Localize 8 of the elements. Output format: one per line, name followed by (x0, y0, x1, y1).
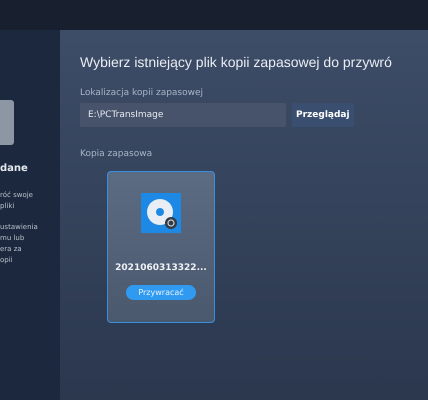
section-label: Kopia zapasowa (80, 149, 154, 159)
field-label: Lokalizacja kopii zapasowej (80, 88, 204, 98)
page-title: Wybierz istniejący plik kopii zapasowej do przywró (80, 54, 392, 70)
sidebar-heading: dane (0, 163, 28, 174)
browse-button[interactable]: Przeglądaj (292, 103, 354, 127)
backup-name: 2021060313322... (115, 263, 207, 273)
path-field[interactable]: E:\PCTransImage (80, 103, 286, 127)
backup-card[interactable]: 2021060313322... Przywracać (107, 171, 215, 323)
